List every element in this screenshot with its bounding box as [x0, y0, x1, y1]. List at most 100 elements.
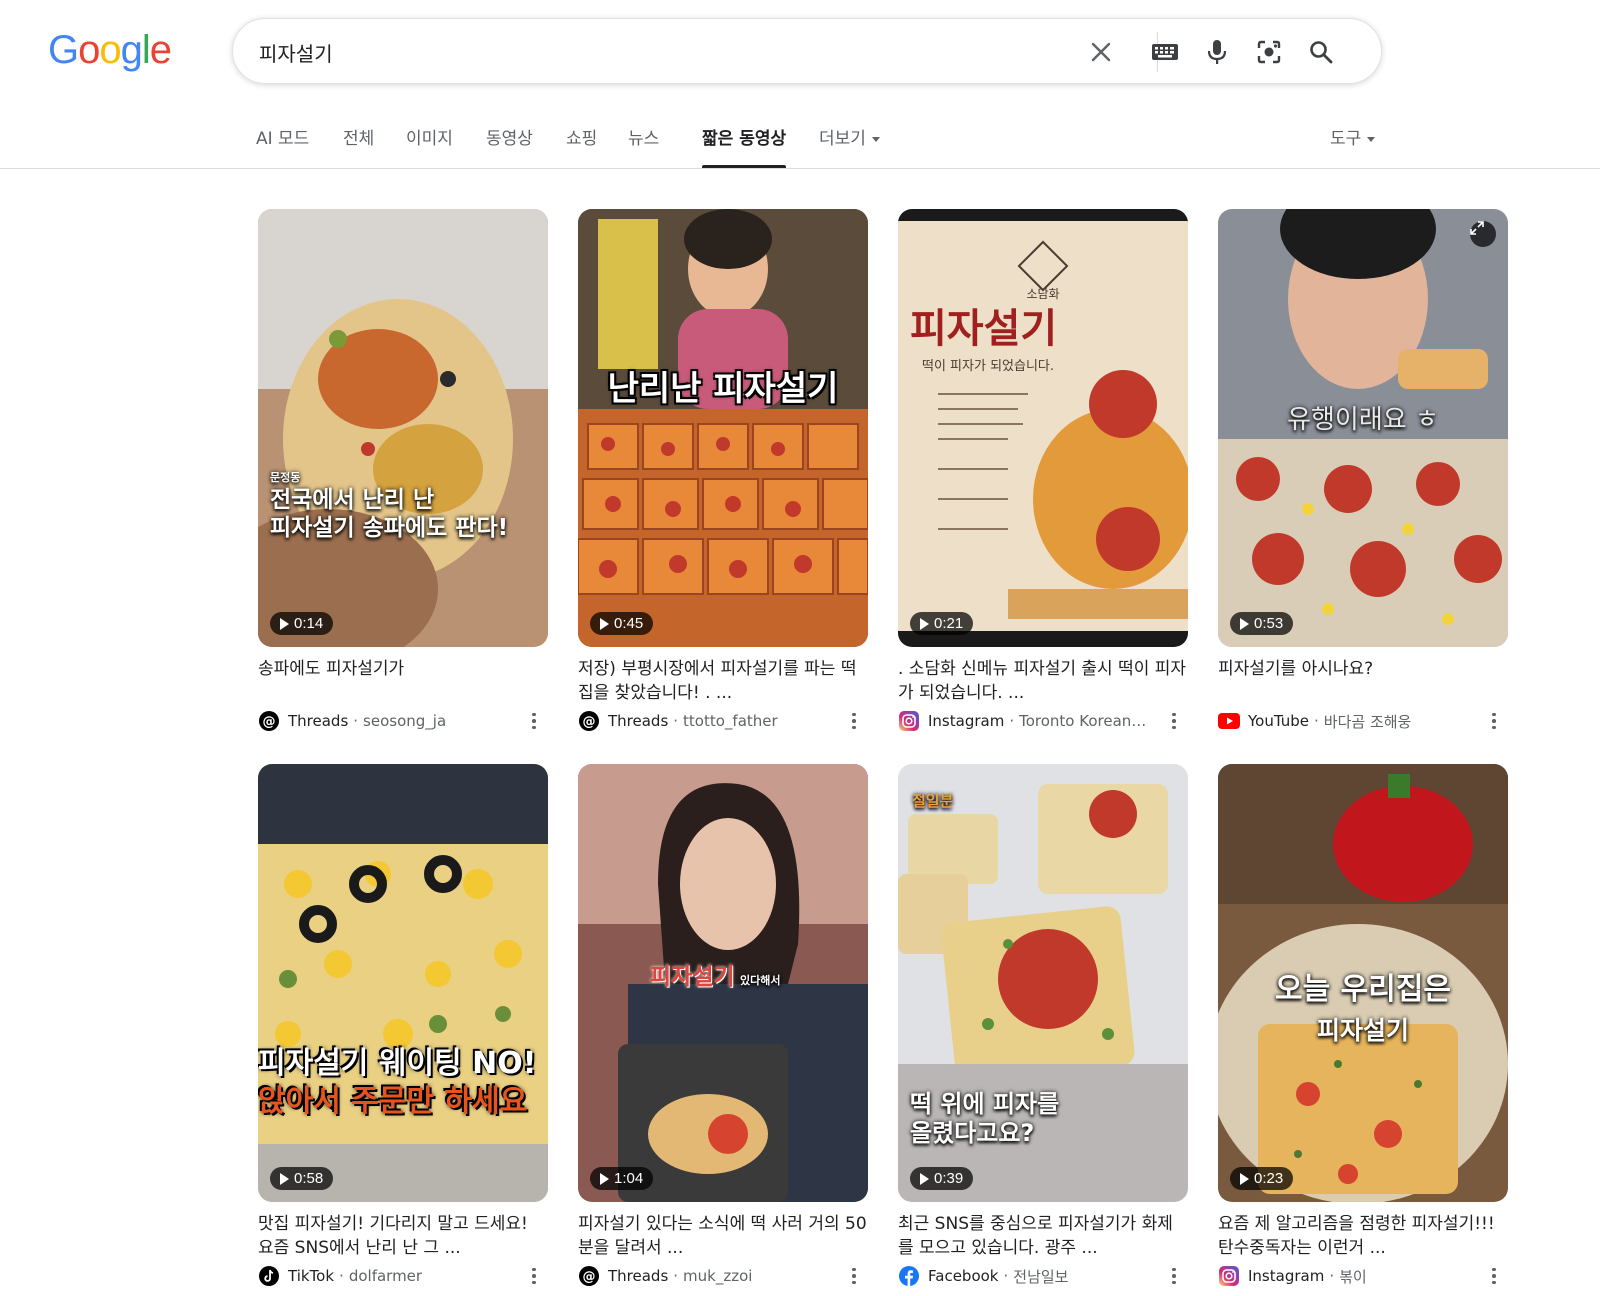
play-icon: [1240, 617, 1249, 630]
video-source: TikTok · dolfarmer: [258, 1264, 548, 1288]
video-thumbnail[interactable]: 절일분 떡 위에 피자를 올렸다고요? 0:39: [898, 764, 1188, 1202]
video-thumbnail[interactable]: 난리난 피자설기 0:45: [578, 209, 868, 647]
video-card[interactable]: 유행이래요 ㅎ 0:53 피자설기를 아시나요? YouTube · 바다곰 조해웅: [1218, 209, 1508, 733]
video-card[interactable]: 피자설기 웨이팅 NO! 앉아서 주문만 하세요 0:58 맛집 피자설기! 기…: [258, 764, 548, 1288]
more-options-button[interactable]: [1484, 1266, 1504, 1286]
video-thumbnail[interactable]: 오늘 우리집은 피자설기 0:23: [1218, 764, 1508, 1202]
video-title[interactable]: 최근 SNS를 중심으로 피자설기가 화제를 모으고 있습니다. 광주 ...: [898, 1212, 1188, 1260]
expand-button[interactable]: [1470, 221, 1496, 247]
author-name: muk_zzoi: [683, 1267, 753, 1285]
video-card[interactable]: 피자설기 있다해서 1:04 피자설기 있다는 소식에 떡 사러 거의 50분을…: [578, 764, 868, 1288]
close-icon: [1091, 42, 1111, 62]
author-name: 볶이: [1339, 1267, 1367, 1286]
separator-dot: ·: [353, 712, 359, 730]
more-options-button[interactable]: [844, 1266, 864, 1286]
video-title[interactable]: . 소담화 신메뉴 피자설기 출시 떡이 피자가 되었습니다. ...: [898, 657, 1188, 705]
tab-news[interactable]: 뉴스: [628, 124, 659, 168]
tab-short-videos[interactable]: 짧은 동영상: [702, 124, 787, 168]
video-source: @ Threads · seosong_ja: [258, 709, 548, 733]
thumbnail-caption: 피자설기 웨이팅 NO!: [258, 1046, 537, 1081]
video-card[interactable]: 소담화 피자설기 떡이 피자가 되었습니다. 0:21 . 소담화 신메뉴 피자…: [898, 209, 1188, 733]
threads-icon: @: [258, 710, 280, 732]
video-title[interactable]: 맛집 피자설기! 기다리지 말고 드세요! 요즘 SNS에서 난리 난 그 ..…: [258, 1212, 548, 1260]
more-options-button[interactable]: [524, 1266, 544, 1286]
video-thumbnail[interactable]: 유행이래요 ㅎ 0:53: [1218, 209, 1508, 647]
instagram-icon: [898, 710, 920, 732]
video-card[interactable]: 오늘 우리집은 피자설기 0:23 요즘 제 알고리즘을 점령한 피자설기!!!…: [1218, 764, 1508, 1288]
video-card[interactable]: 문정동 전국에서 난리 난 피자설기 송파에도 판다! 0:14 송파에도 피자…: [258, 209, 548, 733]
more-options-button[interactable]: [1164, 1266, 1184, 1286]
thumbnail-image: [578, 209, 868, 647]
video-source: Instagram · 볶이: [1218, 1264, 1508, 1288]
video-title[interactable]: 피자설기를 아시나요?: [1218, 657, 1508, 705]
duration-badge: 0:23: [1230, 1167, 1294, 1190]
clear-search-button[interactable]: [1087, 38, 1115, 66]
play-icon: [280, 1172, 289, 1185]
source-name: Instagram: [928, 712, 1005, 730]
tools-button[interactable]: 도구: [1330, 124, 1376, 168]
source-name: Threads: [288, 712, 349, 730]
keyboard-button[interactable]: [1151, 38, 1179, 66]
video-source: @ Threads · ttotto_father: [578, 709, 868, 733]
search-button[interactable]: [1307, 38, 1335, 66]
tab-videos[interactable]: 동영상: [486, 124, 533, 168]
camera-lens-icon: [1257, 40, 1281, 64]
tab-shopping[interactable]: 쇼핑: [566, 124, 597, 168]
search-box: [232, 18, 1382, 84]
logo-letter: G: [48, 28, 79, 72]
more-options-button[interactable]: [1484, 711, 1504, 731]
video-title[interactable]: 요즘 제 알고리즘을 점령한 피자설기!!! 탄수중독자는 이런거 ...: [1218, 1212, 1508, 1260]
tiktok-icon: [258, 1265, 280, 1287]
more-options-button[interactable]: [1164, 711, 1184, 731]
svg-text:@: @: [583, 1270, 596, 1285]
source-name: TikTok: [288, 1267, 335, 1285]
logo-letter: o: [99, 28, 121, 72]
video-card[interactable]: 난리난 피자설기 0:45 저장) 부평시장에서 피자설기를 파는 떡집을 찾았…: [578, 209, 868, 733]
play-icon: [280, 617, 289, 630]
source-name: Instagram: [1248, 1267, 1325, 1285]
video-card[interactable]: 절일분 떡 위에 피자를 올렸다고요? 0:39 최근 SNS를 중심으로 피자…: [898, 764, 1188, 1288]
voice-search-button[interactable]: [1203, 38, 1231, 66]
tab-more[interactable]: 더보기: [819, 124, 880, 168]
play-icon: [600, 1172, 609, 1185]
keyboard-icon: [1152, 44, 1178, 60]
separator-dot: ·: [1009, 712, 1015, 730]
duration-badge: 0:58: [270, 1167, 334, 1190]
video-thumbnail[interactable]: 문정동 전국에서 난리 난 피자설기 송파에도 판다! 0:14: [258, 209, 548, 647]
thumbnail-caption: 피자설기: [910, 305, 1058, 352]
video-title[interactable]: 피자설기 있다는 소식에 떡 사러 거의 50분을 달려서 ...: [578, 1212, 868, 1260]
expand-icon: [1470, 221, 1484, 235]
video-thumbnail[interactable]: 소담화 피자설기 떡이 피자가 되었습니다. 0:21: [898, 209, 1188, 647]
search-input[interactable]: [257, 33, 1061, 71]
lens-search-button[interactable]: [1255, 38, 1283, 66]
author-name: 전남일보: [1013, 1267, 1069, 1286]
play-icon: [1240, 1172, 1249, 1185]
tab-all[interactable]: 전체: [343, 124, 374, 168]
more-options-button[interactable]: [524, 711, 544, 731]
video-thumbnail[interactable]: 피자설기 웨이팅 NO! 앉아서 주문만 하세요 0:58: [258, 764, 548, 1202]
more-options-button[interactable]: [844, 711, 864, 731]
play-icon: [600, 617, 609, 630]
author-name: ttotto_father: [683, 712, 778, 730]
duration-badge: 0:21: [910, 612, 974, 635]
thumbnail-image: [898, 209, 1188, 647]
duration-badge: 1:04: [590, 1167, 654, 1190]
google-logo[interactable]: Google: [48, 28, 172, 73]
source-name: Threads: [608, 1267, 669, 1285]
source-name: Facebook: [928, 1267, 999, 1285]
video-thumbnail[interactable]: 피자설기 있다해서 1:04: [578, 764, 868, 1202]
tab-ai-mode[interactable]: AI 모드: [256, 124, 309, 168]
tabs-divider: [0, 168, 1600, 169]
logo-letter: o: [78, 28, 100, 72]
video-title[interactable]: 저장) 부평시장에서 피자설기를 파는 떡집을 찾았습니다! . ...: [578, 657, 868, 705]
tab-images[interactable]: 이미지: [406, 124, 453, 168]
duration-text: 1:04: [614, 1170, 644, 1187]
search-icon: [1310, 41, 1333, 64]
video-source: YouTube · 바다곰 조해웅: [1218, 709, 1508, 733]
duration-text: 0:53: [1254, 615, 1284, 632]
video-title[interactable]: 송파에도 피자설기가: [258, 657, 548, 705]
author-name: 바다곰 조해웅: [1323, 712, 1412, 731]
author-name: Toronto Korean D...: [1019, 712, 1150, 730]
thumbnail-caption: 유행이래요 ㅎ: [1287, 405, 1439, 435]
caret-down-icon: [871, 136, 880, 142]
